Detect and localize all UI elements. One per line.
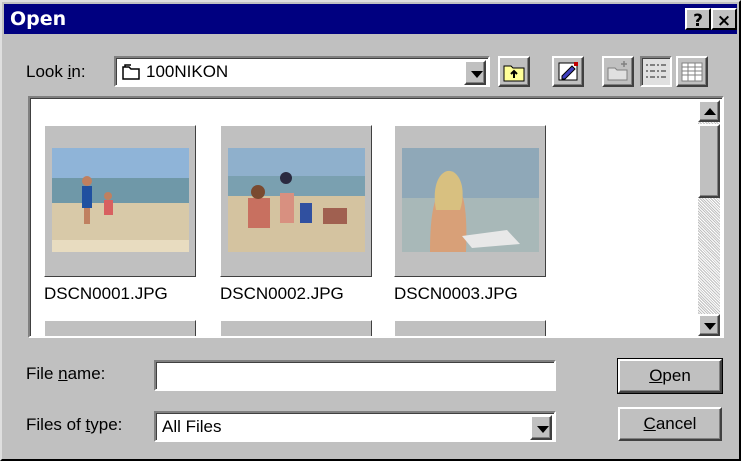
help-icon: ?	[693, 11, 703, 31]
file-thumbnail-dscn0002[interactable]	[220, 125, 372, 277]
file-thumbnail[interactable]	[394, 320, 546, 336]
scroll-up-button[interactable]	[698, 100, 720, 122]
desktop-button[interactable]	[552, 56, 584, 87]
scrollbar-thumb[interactable]	[698, 124, 720, 198]
look-in-dropdown-button[interactable]	[464, 60, 486, 85]
vertical-scrollbar[interactable]	[698, 100, 720, 336]
file-thumbnail[interactable]	[220, 320, 372, 336]
window-title: Open	[10, 8, 67, 30]
file-name-field[interactable]	[154, 360, 556, 391]
beach-photo-thumbnail	[228, 148, 365, 252]
close-button[interactable]: ×	[711, 8, 737, 31]
create-new-folder-button[interactable]	[602, 56, 634, 87]
details-view-icon	[681, 62, 703, 82]
beach-photo-thumbnail	[402, 148, 539, 252]
look-in-combo[interactable]: 100NIKON	[114, 56, 490, 87]
details-view-button[interactable]	[676, 56, 708, 87]
folder-icon	[122, 64, 140, 85]
file-thumbnail-dscn0003[interactable]	[394, 125, 546, 277]
file-thumbnail[interactable]	[44, 320, 196, 336]
file-name-label[interactable]: DSCN0001.JPG	[44, 284, 168, 304]
file-name-label-text: File name:	[26, 364, 106, 383]
cancel-button[interactable]: Cancel	[618, 407, 722, 441]
up-one-level-button[interactable]	[498, 56, 530, 87]
file-thumbnail-dscn0001[interactable]	[44, 125, 196, 277]
look-in-value: 100NIKON	[146, 62, 229, 81]
file-list[interactable]: DSCN0001.JPG DSCN0002.JPG DSCN0003.JPG	[28, 96, 724, 338]
open-dialog: Open ? × Look in: 100NIKON DSCN0001.JPG …	[0, 0, 741, 461]
beach-photo-thumbnail	[52, 148, 189, 252]
create-new-folder-icon	[607, 61, 628, 81]
open-button[interactable]: Open	[617, 358, 723, 394]
close-icon: ×	[716, 11, 732, 31]
list-view-button[interactable]	[640, 56, 672, 87]
help-button[interactable]: ?	[685, 8, 711, 31]
scroll-down-button[interactable]	[698, 314, 720, 336]
files-of-type-combo[interactable]: All Files	[154, 411, 556, 442]
title-bar[interactable]: Open ? ×	[4, 4, 737, 34]
files-of-type-dropdown-button[interactable]	[530, 415, 552, 440]
list-view-icon	[646, 64, 666, 78]
files-of-type-label: Files of type:	[26, 415, 123, 434]
file-name-label[interactable]: DSCN0003.JPG	[394, 284, 518, 304]
files-of-type-value: All Files	[162, 417, 222, 436]
file-name-label[interactable]: DSCN0002.JPG	[220, 284, 344, 304]
desktop-icon	[558, 62, 578, 81]
look-in-label: Look in:	[26, 62, 86, 81]
up-one-level-icon	[503, 65, 525, 82]
